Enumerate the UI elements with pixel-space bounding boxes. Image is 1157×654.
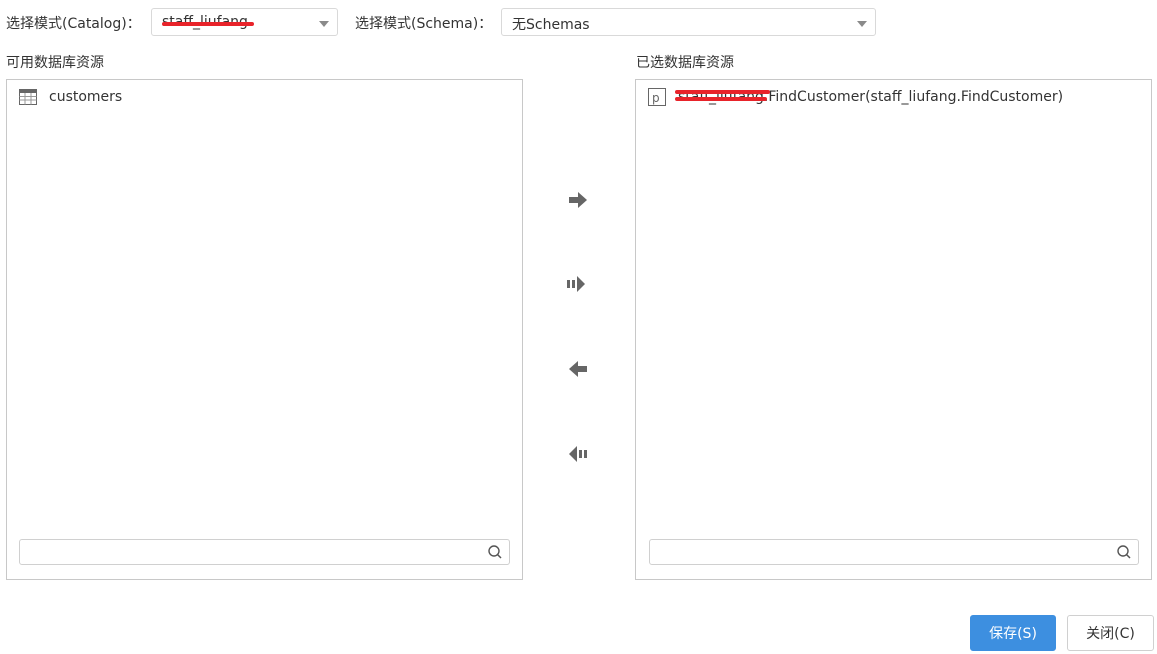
selected-title: 已选数据库资源 [636,55,734,71]
arrow-right-icon[interactable] [566,190,590,210]
selected-search-input[interactable] [649,539,1139,565]
procedure-icon: p [648,88,666,106]
arrow-double-left-icon[interactable] [566,444,590,464]
redaction-mark [675,97,767,101]
schema-label: 选择模式(Schema)： [355,16,493,32]
arrow-double-right-icon[interactable] [564,274,588,294]
available-list[interactable]: customers [6,79,523,580]
available-search-input[interactable] [19,539,510,565]
search-icon [488,545,502,559]
catalog-label: 选择模式(Catalog)： [6,16,141,32]
list-item[interactable]: customers [19,87,122,107]
schema-select-value: 无Schemas [512,17,590,33]
chevron-down-icon [319,21,329,27]
catalog-select[interactable]: staff_liufang [151,8,338,36]
redaction-mark [162,22,254,26]
redaction-mark [675,90,770,94]
close-button[interactable]: 关闭(C) [1067,615,1154,651]
svg-text:p: p [652,91,660,105]
selected-list[interactable]: p staff_liufang.FindCustomer(staff_liufa… [635,79,1152,580]
available-title: 可用数据库资源 [6,55,104,71]
save-button[interactable]: 保存(S) [970,615,1056,651]
table-icon [19,89,37,105]
list-item-label: customers [49,89,123,105]
schema-select[interactable]: 无Schemas [501,8,876,36]
search-icon [1117,545,1131,559]
arrow-left-icon[interactable] [566,359,590,379]
list-item[interactable]: p staff_liufang.FindCustomer(staff_liufa… [648,87,1063,107]
chevron-down-icon [857,21,867,27]
